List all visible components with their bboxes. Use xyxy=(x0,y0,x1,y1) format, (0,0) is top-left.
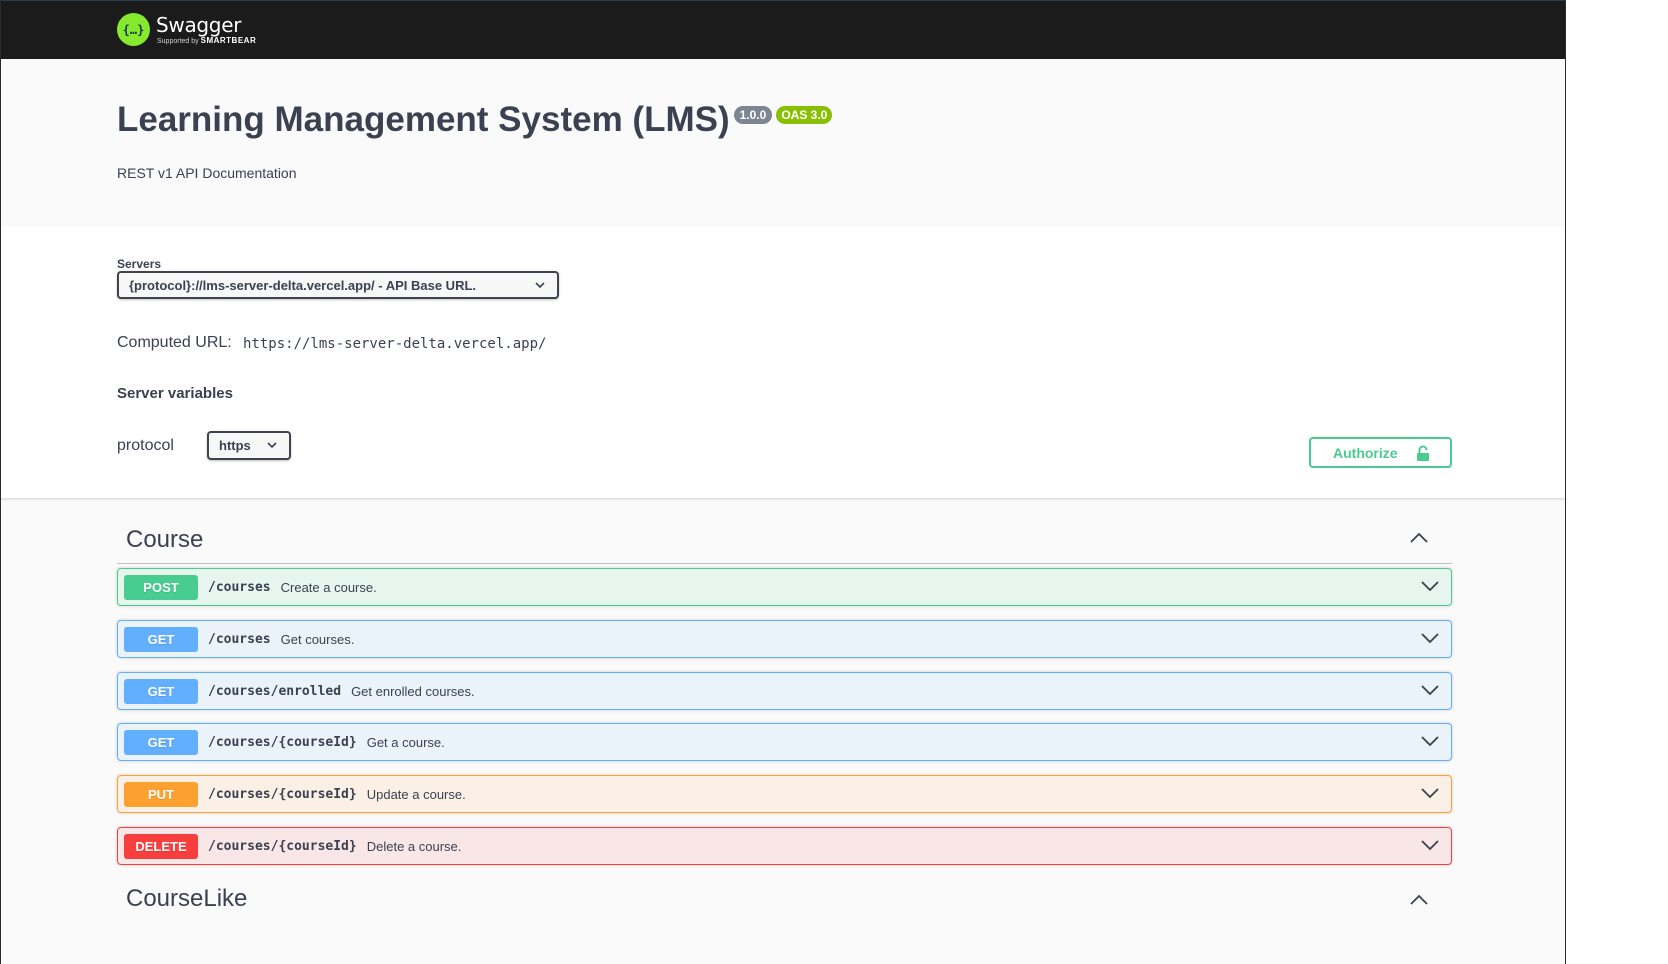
chevron-down-icon xyxy=(535,282,545,289)
chevron-down-icon[interactable] xyxy=(1421,631,1439,645)
servers-selected-value: {protocol}://lms-server-delta.vercel.app… xyxy=(129,277,477,293)
protocol-select[interactable]: https xyxy=(207,431,291,460)
operation-summary: Update a course. xyxy=(366,786,466,802)
logo-subtitle: Supported by SMARTBEAR xyxy=(157,35,257,45)
chevron-up-icon[interactable] xyxy=(1410,532,1428,544)
operation-path: /courses/{courseId} xyxy=(208,786,357,802)
logo-text: Swagger Supported by SMARTBEAR xyxy=(156,15,256,45)
servers-label: Servers xyxy=(117,257,162,271)
tag-title: Course xyxy=(126,526,204,553)
method-badge: GET xyxy=(124,626,198,652)
opblock-delete-course[interactable]: DELETE /courses/{courseId} Delete a cour… xyxy=(117,827,1452,865)
servers-select[interactable]: {protocol}://lms-server-delta.vercel.app… xyxy=(117,271,559,299)
api-description: REST v1 API Documentation xyxy=(117,165,297,181)
opblock-get-course-by-id[interactable]: GET /courses/{courseId} Get a course. xyxy=(117,723,1452,761)
operation-summary: Get enrolled courses. xyxy=(351,683,475,699)
operation-path: /courses/{courseId} xyxy=(208,838,357,854)
protocol-selected-value: https xyxy=(219,438,251,453)
operation-summary: Create a course. xyxy=(280,579,377,595)
method-badge: GET xyxy=(124,729,198,755)
topbar: {…} Swagger Supported by SMARTBEAR xyxy=(1,0,1565,59)
operation-path: /courses/{courseId} xyxy=(208,734,357,750)
chevron-down-icon[interactable] xyxy=(1421,683,1439,697)
version-badge: 1.0.0 xyxy=(733,106,773,124)
method-badge: GET xyxy=(124,678,198,704)
logo-sub-prefix: Supported by xyxy=(157,37,199,45)
chevron-down-icon[interactable] xyxy=(1421,579,1439,593)
operation-path: /courses/enrolled xyxy=(208,683,342,699)
chevron-down-icon[interactable] xyxy=(1421,838,1439,852)
chevron-up-icon[interactable] xyxy=(1410,894,1428,906)
operation-summary: Get courses. xyxy=(280,631,355,647)
operation-path: /courses xyxy=(208,579,271,595)
swagger-ui-page: {…} Swagger Supported by SMARTBEAR Learn… xyxy=(0,0,1566,964)
operation-summary: Delete a course. xyxy=(366,838,462,854)
opblock-post-courses[interactable]: POST /courses Create a course. xyxy=(117,568,1452,606)
tag-course-header[interactable]: Course xyxy=(117,514,1452,564)
authorize-button[interactable]: Authorize xyxy=(1309,437,1452,468)
api-info: Learning Management System (LMS) 1.0.0 OAS… xyxy=(117,100,833,140)
scheme-container: Servers {protocol}://lms-server-delta.ve… xyxy=(1,226,1565,499)
chevron-down-icon[interactable] xyxy=(1421,786,1439,800)
api-title: Learning Management System (LMS) xyxy=(117,100,730,139)
operation-path: /courses xyxy=(208,631,271,647)
method-badge: DELETE xyxy=(124,833,198,859)
method-badge: PUT xyxy=(124,781,198,807)
chevron-down-icon[interactable] xyxy=(1421,734,1439,748)
tag-courselike-header[interactable]: CourseLike xyxy=(117,882,1452,922)
computed-url: https://lms-server-delta.vercel.app/ xyxy=(243,336,547,352)
computed-url-label: Computed URL: xyxy=(117,334,232,351)
oas-badge: OAS 3.0 xyxy=(776,106,833,124)
logo-sub-brand: SMARTBEAR xyxy=(200,35,257,45)
opblock-put-course[interactable]: PUT /courses/{courseId} Update a course. xyxy=(117,775,1452,813)
lock-icon xyxy=(1417,445,1429,461)
operation-summary: Get a course. xyxy=(366,734,445,750)
authorize-label: Authorize xyxy=(1333,444,1398,461)
swagger-logo-icon: {…} xyxy=(117,13,150,46)
logo-name: Swagger xyxy=(156,12,242,37)
chevron-down-icon xyxy=(267,442,277,449)
swagger-logo[interactable]: {…} Swagger Supported by SMARTBEAR xyxy=(117,13,256,46)
method-badge: POST xyxy=(124,574,198,600)
opblock-get-courses-enrolled[interactable]: GET /courses/enrolled Get enrolled cours… xyxy=(117,672,1452,710)
tag-title: CourseLike xyxy=(126,885,248,912)
opblock-get-courses[interactable]: GET /courses Get courses. xyxy=(117,620,1452,658)
variable-name: protocol xyxy=(117,437,174,454)
server-variables-title: Server variables xyxy=(117,385,233,402)
